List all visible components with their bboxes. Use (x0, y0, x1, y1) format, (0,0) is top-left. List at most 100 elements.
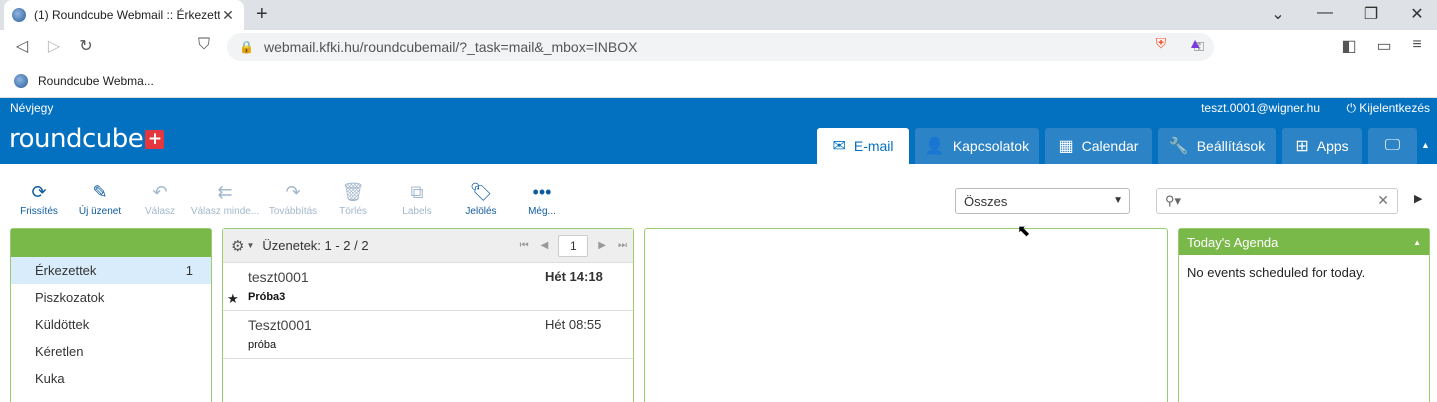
restore-button[interactable]: ❐ (1356, 4, 1386, 24)
logo-text: roundcube (9, 124, 144, 154)
new-tab-button[interactable]: + (256, 3, 268, 26)
roundcube-header: Névjegy teszt.0001@wigner.hu ⏻ Kijelentk… (0, 98, 1437, 164)
agenda-panel: Today's Agenda ▲ No events scheduled for… (1178, 228, 1430, 402)
mark-button[interactable]: 🏷 Jelölés (446, 180, 516, 217)
tab-close-icon[interactable]: ✕ (220, 7, 236, 24)
toolbar-expand-icon[interactable]: ▶ (1414, 192, 1422, 205)
gear-icon[interactable]: ⚙ (231, 237, 244, 255)
username: teszt.0001@wigner.hu (1201, 101, 1320, 115)
minimize-button[interactable]: — (1310, 4, 1340, 22)
message-row[interactable]: teszt0001 Hét 14:18 ★ Próba3 (223, 263, 633, 311)
person-icon: 👤 (924, 138, 945, 155)
collapse-arrow-icon[interactable]: ▲ (1421, 140, 1430, 150)
search-icon[interactable]: ⚲▾ (1165, 193, 1181, 209)
lock-icon: 🔒 (239, 40, 254, 54)
folder-list: Érkezettek 1 Piszkozatok Küldöttek Kéretl… (10, 228, 212, 402)
bookmarks-bar: Roundcube Webma... (0, 64, 1437, 98)
next-page-icon[interactable]: ▶ (598, 240, 606, 251)
roundcube-favicon-icon (12, 8, 26, 22)
task-calendar[interactable]: ▦ Calendar (1045, 128, 1152, 164)
last-page-icon[interactable]: ⏭ (618, 240, 627, 251)
message-subject: Próba3 (248, 291, 286, 303)
forward-arrow-icon[interactable]: ▷ (43, 36, 65, 56)
more-dots-icon: ••• (532, 182, 552, 202)
roundcube-logo: roundcube + (9, 124, 165, 154)
delete-button[interactable]: 🗑 Törlés (318, 180, 388, 217)
browser-toolbar: ◁ ▷ ↻ ⛉ 🔒 webmail.kfki.hu/roundcubemail/… (0, 30, 1437, 64)
folder-drafts[interactable]: Piszkozatok (11, 284, 211, 311)
agenda-title: Today's Agenda (1187, 234, 1279, 250)
task-email-label: E-mail (853, 138, 894, 154)
agenda-header: Today's Agenda ▲ (1179, 229, 1429, 255)
refresh-button[interactable]: ⟳ Frissítés (4, 180, 74, 217)
task-settings[interactable]: 🔧 Beállítások (1158, 128, 1276, 164)
folder-list-header (11, 229, 211, 257)
folder-inbox[interactable]: Érkezettek 1 (11, 257, 211, 284)
power-icon: ⏻ (1346, 101, 1360, 115)
folder-trash[interactable]: Kuka (11, 365, 211, 392)
labels-icon: ⧉ (410, 182, 424, 202)
message-preview-pane (644, 228, 1168, 402)
tag-icon: 🏷 (469, 182, 493, 202)
envelope-icon: ✉ (832, 138, 846, 155)
message-from: teszt0001 (248, 269, 309, 285)
logout-label: Kijelentkezés (1359, 101, 1430, 115)
page-number-input[interactable]: 1 (558, 234, 589, 257)
reply-icon: ↶ (152, 182, 168, 202)
first-page-icon[interactable]: ⏮ (520, 240, 529, 251)
chevron-down-icon[interactable]: ▼ (246, 241, 254, 250)
menu-icon[interactable]: ≡ (1406, 36, 1428, 54)
brave-rewards-icon[interactable]: ▲ (1186, 35, 1204, 55)
wrench-icon: 🔧 (1168, 138, 1189, 155)
previous-page-icon[interactable]: ◀ (541, 240, 549, 251)
brave-shield-icon[interactable]: ⛨ (1152, 35, 1170, 55)
message-count: Üzenetek: 1 - 2 / 2 (262, 238, 369, 253)
task-apps-label: Apps (1316, 138, 1349, 154)
refresh-icon: ⟳ (31, 182, 47, 202)
tab-search-chevron-icon[interactable]: ⌄ (1263, 4, 1293, 24)
labels-button[interactable]: ⧉ Labels (382, 180, 452, 217)
folder-sent[interactable]: Küldöttek (11, 311, 211, 338)
monitor-icon: 🖵 (1384, 137, 1401, 154)
folder-junk[interactable]: Kéretlen (11, 338, 211, 365)
unread-count: 1 (185, 263, 193, 278)
clear-search-icon[interactable]: ✕ (1377, 192, 1389, 209)
back-arrow-icon[interactable]: ◁ (11, 36, 33, 56)
task-email[interactable]: ✉ E-mail (817, 128, 909, 164)
message-from: Teszt0001 (248, 317, 312, 333)
browser-tab-bar: (1) Roundcube Webmail :: Érkezett ✕ + ⌄ … (0, 0, 1437, 30)
task-calendar-label: Calendar (1081, 138, 1139, 154)
message-date: Hét 08:55 (545, 317, 602, 332)
message-row[interactable]: Teszt0001 Hét 08:55 próba (223, 311, 633, 359)
reply-all-button[interactable]: ⇇ Válasz minde... (190, 180, 260, 217)
roundcube-favicon-icon (14, 73, 28, 88)
collapse-arrow-icon[interactable]: ▲ (1413, 238, 1421, 247)
about-link[interactable]: Névjegy (10, 101, 53, 115)
url-text: webmail.kfki.hu/roundcubemail/?_task=mai… (263, 39, 638, 55)
filter-value: Összes (964, 194, 1008, 209)
wallet-icon[interactable]: ▭ (1373, 36, 1395, 56)
task-apps[interactable]: ⊞ Apps (1282, 128, 1362, 164)
search-input[interactable]: ⚲▾ ✕ (1156, 188, 1398, 214)
bookmark-roundcube[interactable]: Roundcube Webma... (38, 74, 154, 88)
calendar-icon: ▦ (1058, 138, 1074, 155)
logo-plus-icon: + (145, 130, 165, 149)
task-settings-label: Beállítások (1196, 138, 1266, 154)
more-button[interactable]: ••• Még... (507, 180, 577, 217)
reload-icon[interactable]: ↻ (75, 36, 97, 56)
browser-tab[interactable]: (1) Roundcube Webmail :: Érkezett ✕ (4, 0, 244, 30)
filter-select[interactable]: Összes ▼ (955, 188, 1130, 214)
logout-link[interactable]: ⏻ Kijelentkezés (1346, 101, 1430, 116)
bookmark-icon[interactable]: ⛉ (193, 36, 215, 54)
reply-button[interactable]: ↶ Válasz (125, 180, 195, 217)
address-bar[interactable]: 🔒 webmail.kfki.hu/roundcubemail/?_task=m… (227, 33, 1214, 61)
close-window-button[interactable]: ✕ (1402, 4, 1432, 24)
task-contacts[interactable]: 👤 Kapcsolatok (915, 128, 1039, 164)
message-list: ⚙ ▼ Üzenetek: 1 - 2 / 2 ⏮ ◀ 1 ▶ ⏭ teszt0… (222, 228, 634, 402)
trash-icon: 🗑 (341, 182, 365, 202)
flag-star-icon[interactable]: ★ (227, 291, 239, 307)
sidebar-icon[interactable]: ◧ (1338, 36, 1360, 56)
task-display[interactable]: 🖵 (1368, 128, 1417, 164)
message-subject: próba (248, 339, 277, 351)
dropdown-arrow-icon: ▼ (1113, 195, 1123, 206)
